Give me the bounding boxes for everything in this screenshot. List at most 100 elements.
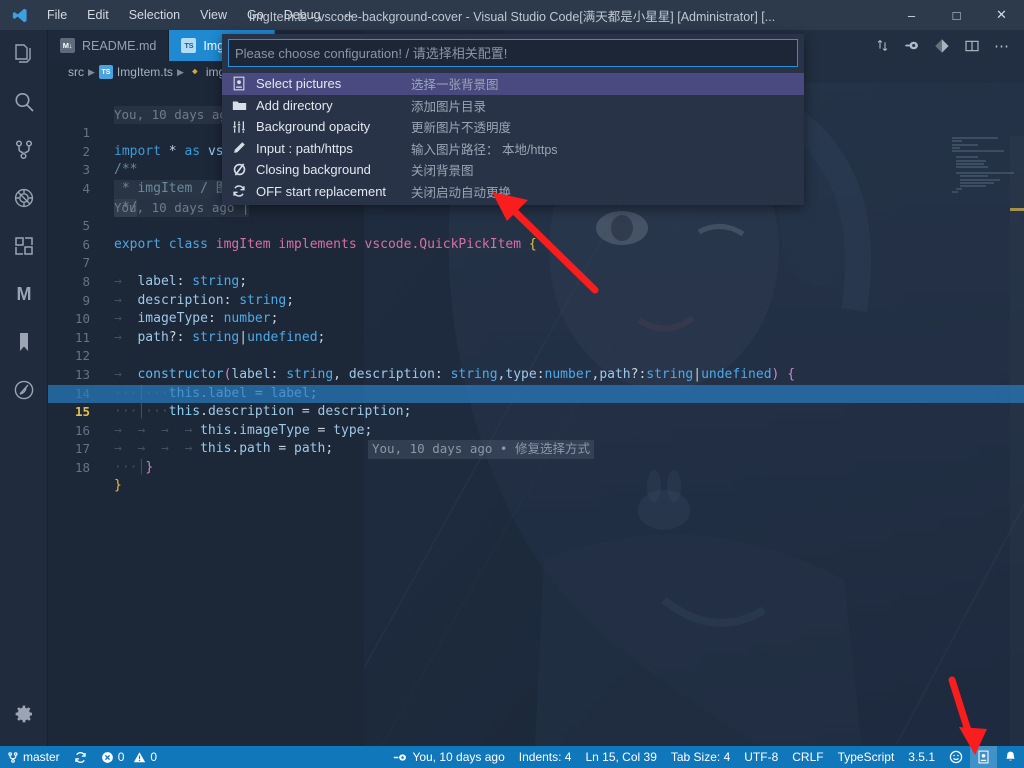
sidebar-item-search[interactable]: [0, 78, 48, 126]
statusbar-problems[interactable]: 0 0: [94, 746, 164, 768]
sidebar-item-source-control[interactable]: [0, 126, 48, 174]
statusbar-error-count: 0: [118, 750, 125, 764]
code-line-12: 12 → constructor(label: string, descript…: [48, 329, 1024, 348]
statusbar-encoding[interactable]: UTF-8: [737, 746, 785, 768]
code-line-9: 9 → imageType: number;: [48, 273, 1024, 292]
source-control-icon: [7, 751, 19, 764]
quick-pick-item-description: 选择一张背景图: [411, 74, 499, 93]
statusbar-blame-label: You, 10 days ago: [412, 750, 504, 764]
image-file-icon: [977, 750, 990, 764]
status-bar: master 0: [0, 746, 1024, 768]
image-file-icon: [232, 76, 256, 91]
sidebar-item-git-graph[interactable]: [0, 366, 48, 414]
error-icon: [101, 751, 114, 764]
code-line-6: 6: [48, 217, 1024, 236]
code-line-18: 18 }: [48, 440, 1024, 459]
code-line-7: 7 → label: string;: [48, 236, 1024, 255]
statusbar-right: You, 10 days ago Indents: 4 Ln 15, Col 3…: [386, 746, 1024, 768]
tab-readme-md[interactable]: M↓ README.md: [48, 30, 169, 61]
statusbar-indents[interactable]: Indents: 4: [512, 746, 579, 768]
sliders-icon: [232, 120, 256, 134]
code-line-14: 14 ···│···this.description = description…: [48, 366, 1024, 385]
menu-debug[interactable]: Debug: [275, 4, 330, 26]
quick-pick-item-background-opacity[interactable]: Background opacity 更新图片不透明度: [222, 116, 804, 138]
sidebar-item-debug[interactable]: [0, 174, 48, 222]
markdown-file-icon: M↓: [60, 38, 75, 53]
activity-bar: M: [0, 30, 48, 746]
open-changes-icon[interactable]: [928, 31, 956, 61]
statusbar-notifications[interactable]: [997, 746, 1024, 768]
statusbar-language-mode[interactable]: TypeScript: [831, 746, 902, 768]
quick-pick-item-off-start-replacement[interactable]: OFF start replacement 关闭启动自动更换: [222, 181, 804, 203]
quick-pick[interactable]: Select pictures 选择一张背景图 Add directory 添加…: [222, 34, 804, 205]
chevron-right-icon: ▶: [177, 67, 184, 78]
code-line-8: 8 → description: string;: [48, 254, 1024, 273]
menu-overflow[interactable]: ⋯: [332, 4, 363, 27]
menu-go[interactable]: Go: [238, 4, 273, 26]
statusbar-eol[interactable]: CRLF: [785, 746, 830, 768]
quick-pick-item-closing-background[interactable]: Closing background 关闭背景图: [222, 159, 804, 181]
code-line-16: 16 → → → → this.path = path;: [48, 403, 1024, 422]
sidebar-item-markdown[interactable]: M: [0, 270, 48, 318]
quick-pick-item-select-pictures[interactable]: Select pictures 选择一张背景图: [222, 73, 804, 95]
quick-pick-item-label: Select pictures: [256, 76, 411, 91]
window-controls[interactable]: – □ ✕: [889, 0, 1024, 30]
menu-file[interactable]: File: [38, 4, 76, 26]
menu-edit[interactable]: Edit: [78, 4, 118, 26]
code-line-13: 13 ···│···this.label = label;: [48, 347, 1024, 366]
code-line-15-active: 15 → → → → this.imageType = type; You, 1…: [48, 385, 1024, 404]
quick-pick-item-label: Closing background: [256, 162, 411, 177]
gitlens-blame-icon[interactable]: [898, 31, 926, 61]
statusbar-tab-size[interactable]: Tab Size: 4: [664, 746, 737, 768]
class-symbol-icon: ❖: [188, 65, 202, 79]
quick-pick-item-description: 输入图片路径： 本地/https: [411, 139, 558, 158]
menu-bar[interactable]: File Edit Selection View Go Debug ⋯: [38, 4, 362, 27]
close-button[interactable]: ✕: [979, 0, 1024, 30]
line-text: }: [114, 477, 122, 496]
statusbar-branch[interactable]: master: [0, 746, 67, 768]
statusbar-version[interactable]: 3.5.1: [901, 746, 942, 768]
chevron-right-icon: ▶: [88, 67, 95, 78]
manage-settings-gear-icon[interactable]: [0, 690, 48, 738]
minimize-button[interactable]: –: [889, 0, 934, 30]
split-editor-icon[interactable]: [958, 31, 986, 61]
maximize-button[interactable]: □: [934, 0, 979, 30]
pencil-icon: [232, 141, 256, 155]
statusbar-sync[interactable]: [67, 746, 94, 768]
sidebar-item-bookmarks[interactable]: [0, 318, 48, 366]
title-bar: File Edit Selection View Go Debug ⋯ ImgI…: [0, 0, 1024, 30]
code-line-17: 17 ···│}: [48, 422, 1024, 441]
quick-pick-input-wrap: [222, 34, 804, 73]
circle-slash-icon: [232, 162, 256, 177]
typescript-file-icon: TS: [181, 38, 196, 53]
statusbar-gitlens-blame[interactable]: You, 10 days ago: [386, 746, 511, 768]
quick-pick-item-label: Input : path/https: [256, 141, 411, 156]
statusbar-cursor-position[interactable]: Ln 15, Col 39: [578, 746, 663, 768]
svg-text:M: M: [16, 284, 31, 304]
breadcrumb-label: src: [68, 65, 84, 79]
sidebar-item-explorer[interactable]: [0, 30, 48, 78]
menu-selection[interactable]: Selection: [120, 4, 189, 26]
quick-pick-list[interactable]: Select pictures 选择一张背景图 Add directory 添加…: [222, 73, 804, 205]
menu-view[interactable]: View: [191, 4, 236, 26]
line-number: 18: [48, 459, 90, 478]
statusbar-background-cover[interactable]: [970, 746, 997, 768]
bell-icon: [1004, 750, 1017, 764]
statusbar-branch-label: master: [23, 750, 60, 764]
more-actions-icon[interactable]: ⋯: [988, 31, 1016, 61]
warning-icon: [133, 751, 146, 764]
code-line-11: 11: [48, 310, 1024, 329]
quick-pick-item-input-path[interactable]: Input : path/https 输入图片路径： 本地/https: [222, 138, 804, 160]
quick-pick-input[interactable]: [228, 39, 798, 67]
typescript-file-icon: TS: [99, 65, 113, 79]
breadcrumb-item-src[interactable]: src: [68, 65, 84, 79]
vscode-window: File Edit Selection View Go Debug ⋯ ImgI…: [0, 0, 1024, 768]
compare-changes-icon[interactable]: [868, 31, 896, 61]
quick-pick-item-description: 更新图片不透明度: [411, 117, 511, 136]
sidebar-item-extensions[interactable]: [0, 222, 48, 270]
statusbar-feedback[interactable]: [942, 746, 970, 768]
quick-pick-item-add-directory[interactable]: Add directory 添加图片目录: [222, 95, 804, 117]
smiley-icon: [949, 750, 963, 764]
statusbar-warning-count: 0: [150, 750, 157, 764]
breadcrumb-item-file[interactable]: TS ImgItem.ts: [99, 65, 173, 79]
